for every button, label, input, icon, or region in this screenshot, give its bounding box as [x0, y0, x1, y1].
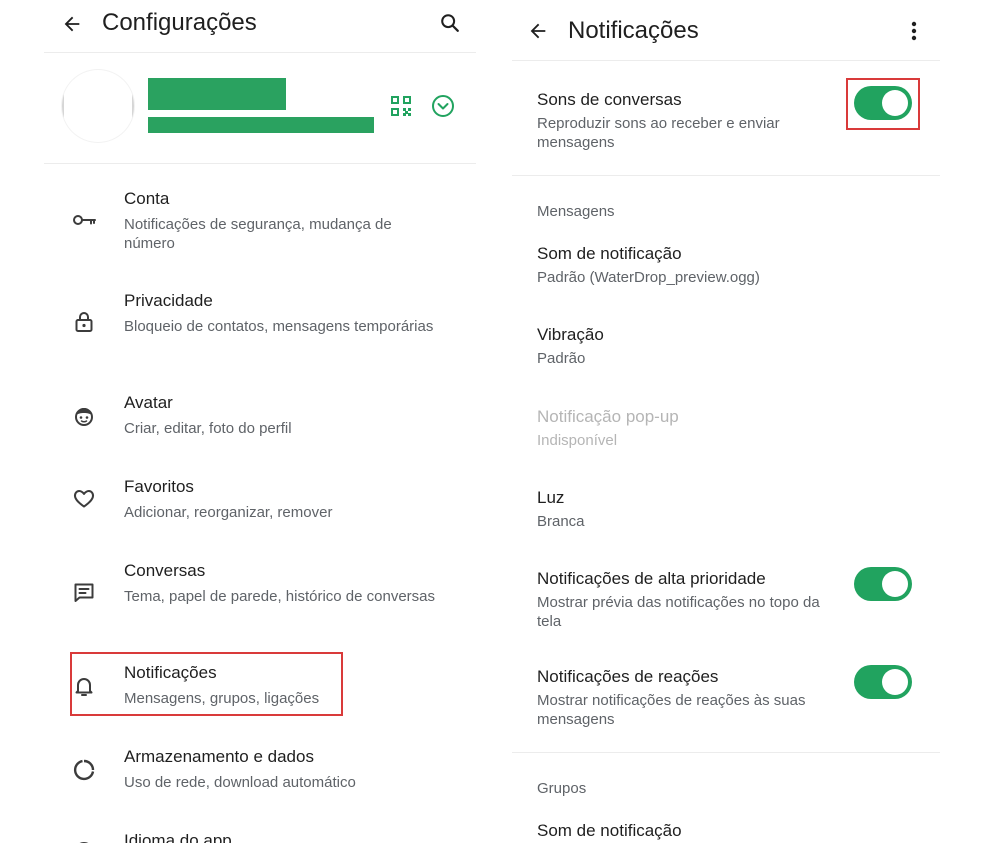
item-label: Sons de conversas: [537, 90, 682, 109]
message-light-item[interactable]: Luz Branca: [537, 488, 837, 531]
item-label: Notificações de reações: [537, 667, 719, 686]
item-desc: Mostrar prévia das notificações no topo …: [537, 594, 820, 630]
divider: [512, 752, 940, 753]
message-popup-item: Notificação pop-up Indisponível: [537, 407, 837, 450]
settings-item-label: Privacidade: [124, 291, 213, 310]
settings-item-label: Favoritos: [124, 477, 194, 496]
chevron-down-circle-icon[interactable]: [430, 93, 456, 119]
item-label: Luz: [537, 488, 565, 507]
back-arrow-icon[interactable]: [524, 17, 552, 45]
settings-item-desc: Adicionar, reorganizar, remover: [124, 504, 333, 521]
divider: [44, 52, 476, 53]
reactions-toggle[interactable]: [854, 665, 912, 699]
settings-item-label: Armazenamento e dados: [124, 747, 314, 766]
profile-status-redacted[interactable]: [148, 117, 374, 133]
item-label: Som de notificação: [537, 244, 682, 263]
settings-item-desc: Tema, papel de parede, histórico de conv…: [124, 588, 436, 605]
back-arrow-icon[interactable]: [58, 10, 86, 38]
item-desc: Padrão: [537, 350, 586, 367]
settings-item-desc: Uso de rede, download automático: [124, 774, 356, 791]
highlight-box-toggle: [846, 78, 920, 130]
divider: [512, 175, 940, 176]
message-vibration-item[interactable]: Vibração Padrão: [537, 325, 837, 368]
item-desc: Padrão (WaterDrop_preview.ogg): [537, 269, 760, 286]
item-desc: Branca: [537, 513, 585, 530]
section-header-messages: Mensagens: [537, 203, 615, 220]
section-header-groups: Grupos: [537, 780, 587, 797]
settings-item-desc: Notificações de segurança, mudança de nú…: [124, 216, 392, 252]
page-title: Notificações: [568, 17, 699, 44]
divider: [512, 60, 940, 61]
item-label: Som de notificação: [537, 821, 682, 840]
divider: [44, 163, 476, 164]
item-desc: Reproduzir sons ao receber e enviar mens…: [537, 115, 780, 151]
group-notification-sound-item[interactable]: Som de notificação: [537, 821, 837, 841]
qr-code-icon[interactable]: [389, 94, 413, 118]
notifications-screen: Notificações Sons de conversas Reproduzi…: [512, 0, 940, 843]
highlight-box-notifications: [70, 652, 343, 716]
settings-item-desc: Bloqueio de contatos, mensagens temporár…: [124, 318, 434, 335]
item-desc: Mostrar notificações de reações às suas …: [537, 692, 806, 728]
conversation-sounds-item[interactable]: Sons de conversas Reproduzir sons ao rec…: [537, 90, 837, 152]
item-label: Notificações de alta prioridade: [537, 569, 766, 588]
key-icon: [70, 206, 98, 234]
message-notification-sound-item[interactable]: Som de notificação Padrão (WaterDrop_pre…: [537, 244, 837, 287]
toggle-knob: [882, 571, 908, 597]
toggle-knob: [882, 669, 908, 695]
lock-icon: [70, 308, 98, 336]
profile-avatar[interactable]: [62, 70, 134, 142]
chat-icon: [70, 578, 98, 606]
settings-item-label: Conta: [124, 189, 170, 208]
profile-name-redacted[interactable]: [148, 78, 286, 110]
settings-item-desc: Criar, editar, foto do perfil: [124, 420, 292, 437]
settings-item-label: Conversas: [124, 561, 206, 580]
storage-circle-icon: [70, 756, 98, 784]
more-options-icon[interactable]: [902, 17, 926, 45]
settings-item-label: Avatar: [124, 393, 173, 412]
avatar-face-icon: [70, 402, 98, 430]
heart-icon: [70, 484, 98, 512]
item-desc: Indisponível: [537, 432, 618, 449]
high-priority-toggle[interactable]: [854, 567, 912, 601]
reactions-item[interactable]: Notificações de reações Mostrar notifica…: [537, 667, 837, 729]
globe-icon: [70, 838, 98, 843]
search-icon[interactable]: [436, 9, 464, 37]
item-label: Notificação pop-up: [537, 407, 679, 426]
high-priority-item[interactable]: Notificações de alta prioridade Mostrar …: [537, 569, 837, 631]
settings-screen: Configurações Conta Notificações de segu…: [44, 0, 476, 843]
item-label: Vibração: [537, 325, 604, 344]
page-title: Configurações: [102, 9, 257, 36]
settings-item-label: Idioma do app: [124, 831, 232, 843]
